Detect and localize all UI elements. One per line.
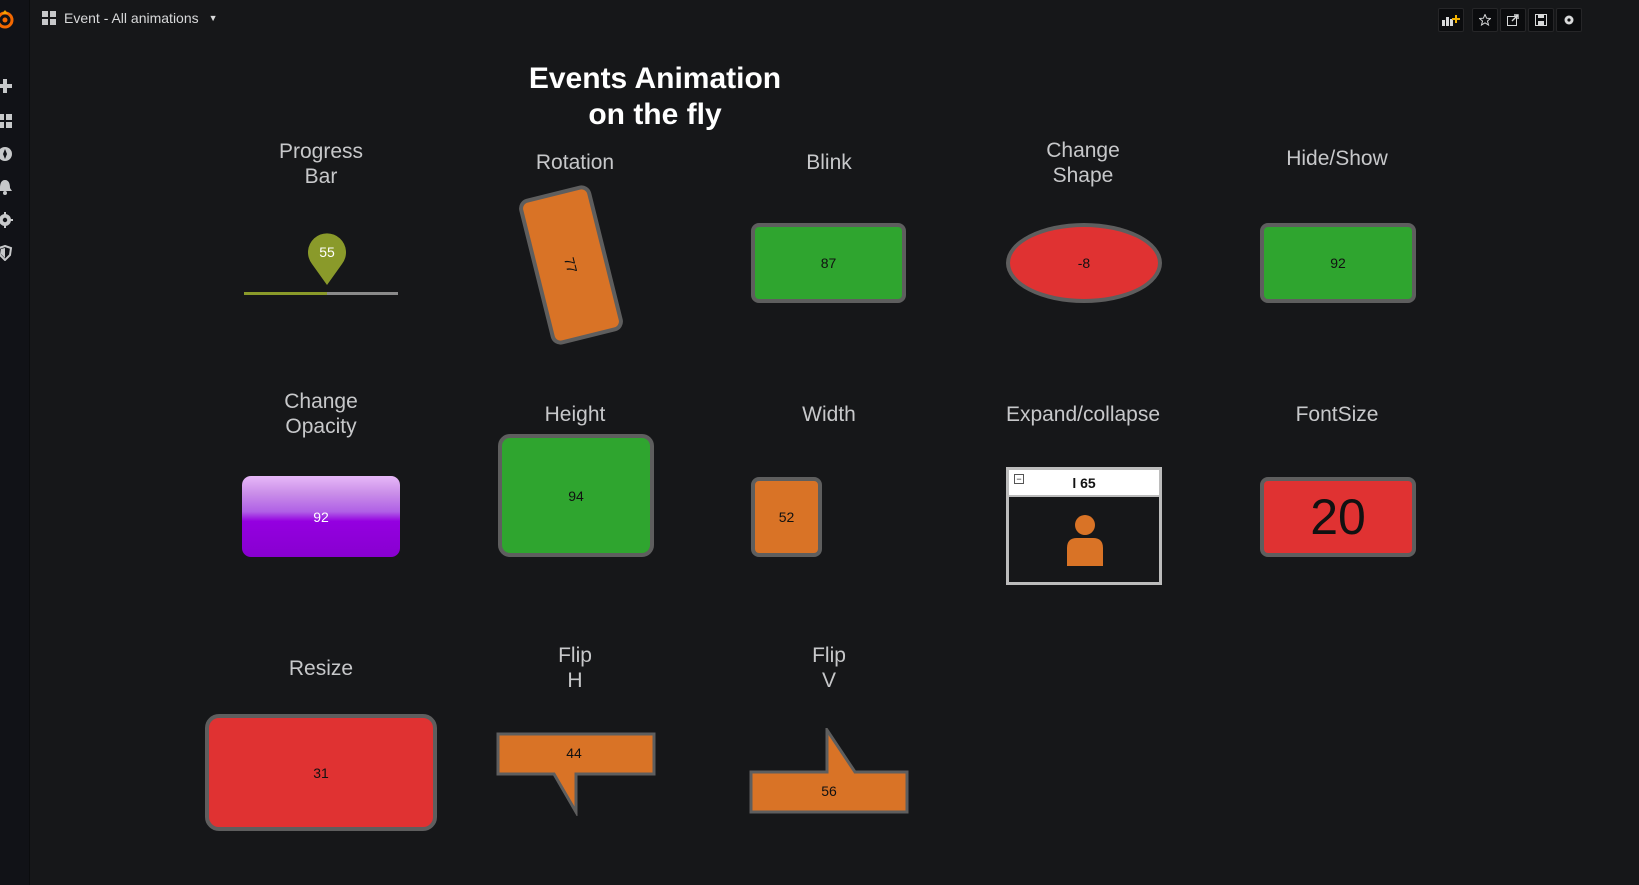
chevron-down-icon: ▼ <box>208 13 218 23</box>
share-button[interactable] <box>1500 8 1526 32</box>
width-value: 52 <box>778 509 795 525</box>
dashboard-title: Event - All animations <box>64 10 199 26</box>
blink-box: 87 <box>751 223 906 303</box>
hide-show-label: Hide/Show <box>1286 147 1388 170</box>
progress-bar-label: Progress Bar <box>278 140 364 188</box>
rotation-value: 77 <box>561 255 581 275</box>
explore-icon[interactable] <box>0 146 13 162</box>
progress-fill <box>244 292 328 295</box>
progress-value: 55 <box>319 244 335 260</box>
font-size-box: 20 <box>1260 477 1416 557</box>
shield-icon[interactable] <box>0 245 13 261</box>
change-shape-label: Change Shape <box>1046 139 1120 187</box>
dashboard-title-picker[interactable]: Event - All animations ▼ <box>42 10 218 26</box>
resize-label: Resize <box>288 657 354 680</box>
share-icon <box>1507 14 1519 26</box>
expand-collapse-widget: − l 65 <box>1006 467 1162 585</box>
flip-v-callout <box>749 728 909 814</box>
hide-show-box: 92 <box>1260 223 1416 303</box>
change-opacity-value: 92 <box>313 508 329 525</box>
expand-collapse-header[interactable]: − l 65 <box>1009 470 1159 497</box>
gear-icon[interactable] <box>0 212 13 228</box>
add-panel-icon <box>1442 15 1460 26</box>
grafana-logo[interactable] <box>0 8 14 30</box>
save-button[interactable] <box>1528 8 1554 32</box>
dashboard-grid-icon <box>42 11 56 25</box>
height-value: 94 <box>568 487 584 504</box>
font-size-value: 20 <box>1310 489 1366 545</box>
collapse-toggle-icon[interactable]: − <box>1014 474 1024 484</box>
change-shape-value: -8 <box>1077 255 1091 271</box>
add-panel-button[interactable] <box>1438 8 1464 32</box>
font-size-label: FontSize <box>1295 403 1379 426</box>
page-title: Events Animation on the fly <box>528 62 782 131</box>
rotation-label: Rotation <box>535 151 615 174</box>
flip-v-label: Flip V <box>812 644 846 692</box>
change-opacity-label: Change Opacity <box>284 390 358 438</box>
person-icon <box>1067 515 1103 566</box>
blink-value: 87 <box>820 255 837 271</box>
resize-value: 31 <box>313 764 329 781</box>
blink-label: Blink <box>806 151 852 174</box>
width-box: 52 <box>751 477 822 557</box>
dashboards-icon[interactable] <box>0 113 13 129</box>
change-shape-ellipse: -8 <box>1006 223 1162 303</box>
flip-h-label: Flip H <box>558 644 592 692</box>
star-icon <box>1479 14 1491 26</box>
settings-icon <box>1564 15 1574 25</box>
settings-button[interactable] <box>1556 8 1582 32</box>
star-button[interactable] <box>1472 8 1498 32</box>
height-label: Height <box>544 403 606 426</box>
progress-track <box>244 292 398 295</box>
expand-collapse-label: Expand/collapse <box>1005 403 1161 426</box>
alert-bell-icon[interactable] <box>0 179 13 195</box>
save-icon <box>1535 14 1547 26</box>
rotation-box: 77 <box>516 183 626 347</box>
sidebar <box>0 0 30 885</box>
expand-collapse-value: l 65 <box>1072 474 1096 491</box>
plus-icon[interactable] <box>0 78 13 94</box>
height-box: 94 <box>498 434 654 557</box>
hide-show-value: 92 <box>1330 255 1346 271</box>
change-opacity-box: 92 <box>242 476 400 557</box>
resize-box: 31 <box>205 714 437 831</box>
flip-v-value: 56 <box>821 783 837 799</box>
flip-h-value: 44 <box>566 745 582 761</box>
dashboard-navbar: Event - All animations ▼ <box>30 0 1639 40</box>
width-label: Width <box>802 403 856 426</box>
